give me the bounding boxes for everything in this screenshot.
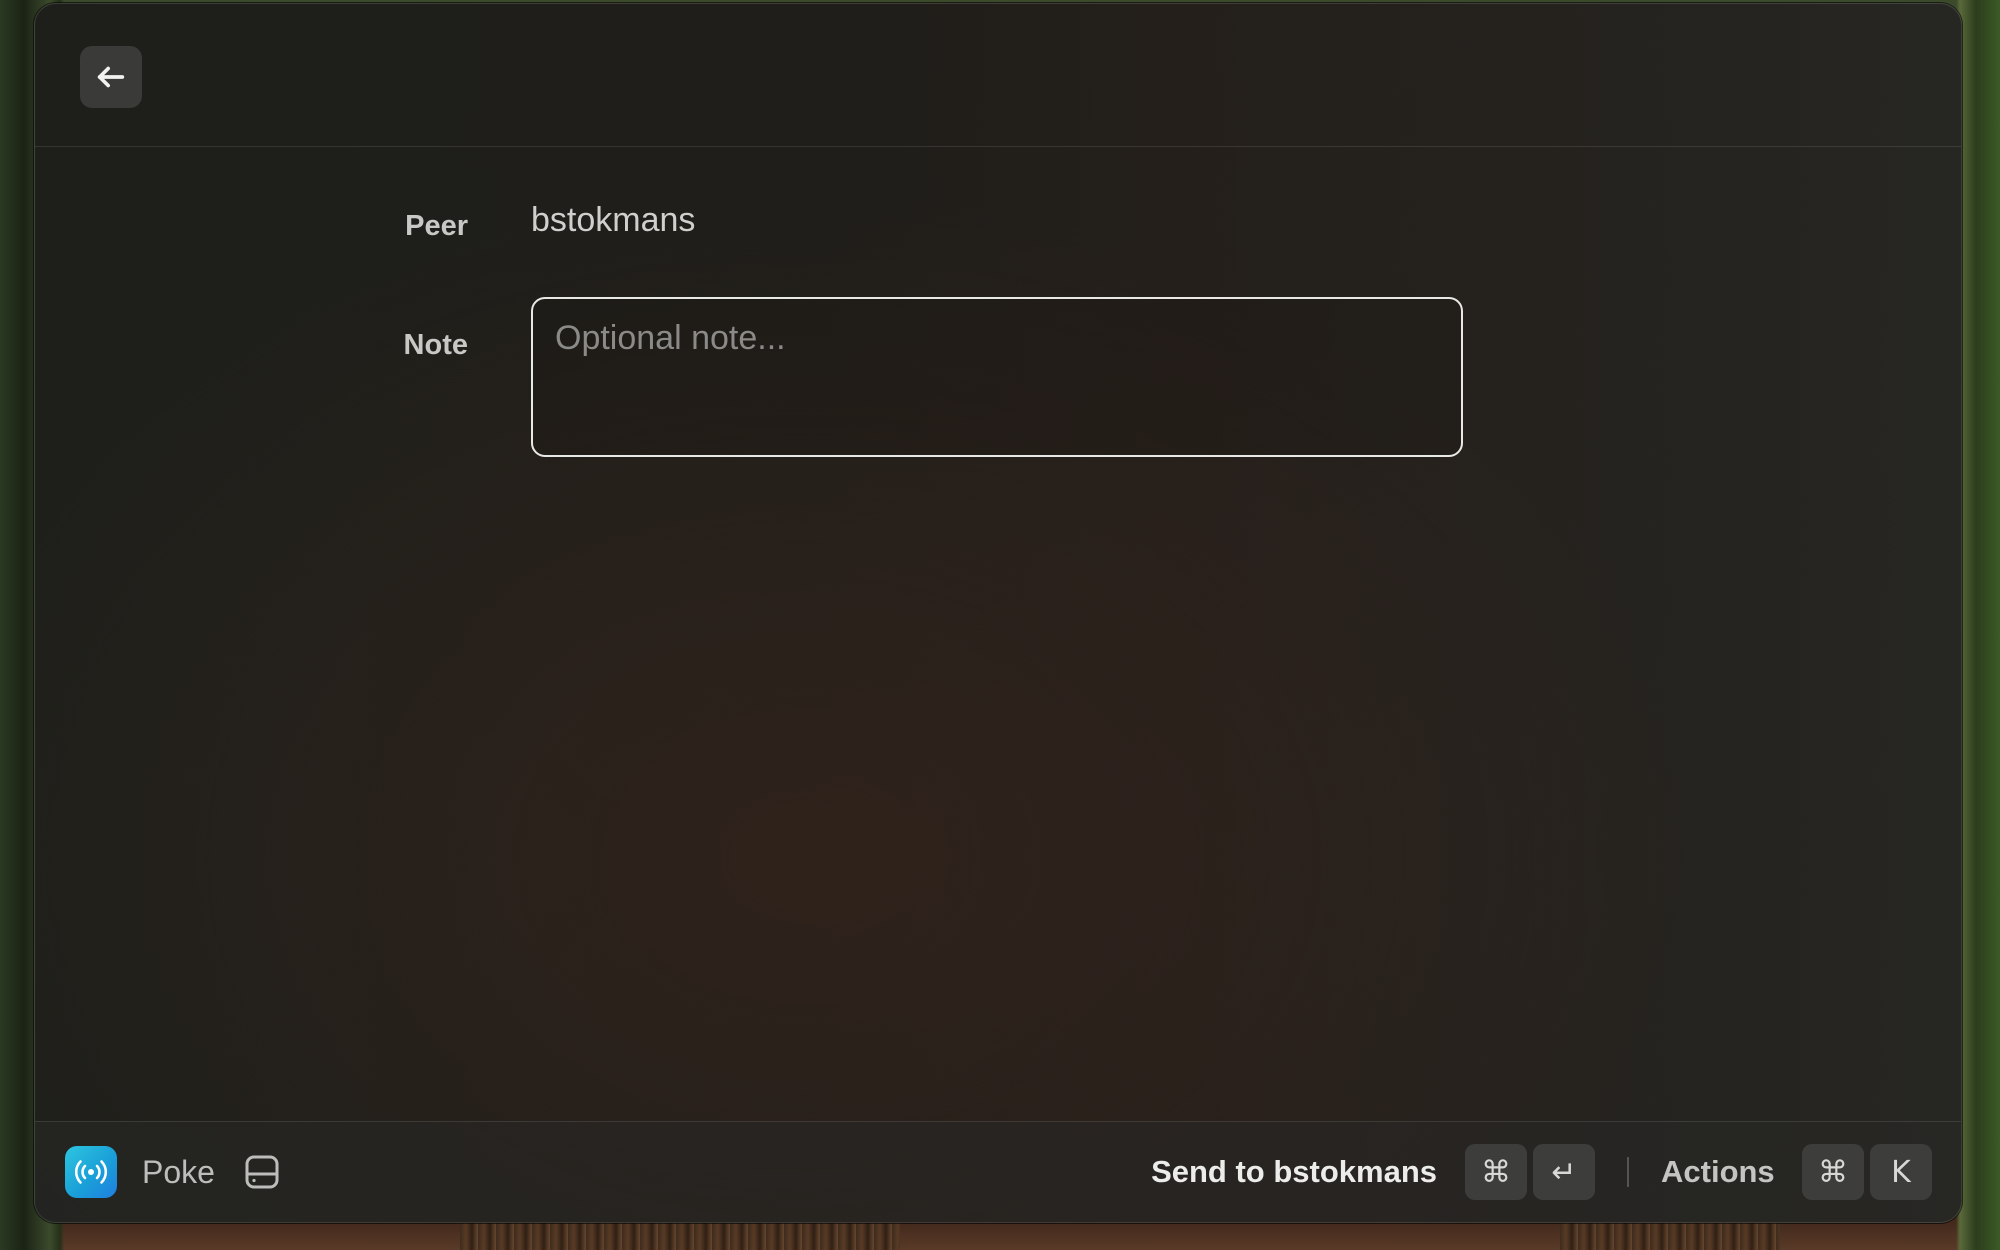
send-button[interactable]: Send to bstokmans bbox=[1151, 1154, 1437, 1190]
shortcut-k-key: K bbox=[1870, 1144, 1932, 1200]
back-button[interactable] bbox=[80, 46, 142, 108]
wallpaper-tree-trunk bbox=[460, 1222, 900, 1250]
actions-button[interactable]: Actions bbox=[1661, 1154, 1775, 1190]
peer-value: bstokmans bbox=[531, 201, 696, 239]
command-window: Peer bstokmans Note Poke Send to bstokma… bbox=[34, 3, 1962, 1223]
shortcut-cmd-key: ⌘ bbox=[1802, 1144, 1864, 1200]
app-icon bbox=[65, 1146, 117, 1198]
shortcut-cmd-key: ⌘ bbox=[1465, 1144, 1527, 1200]
shortcut-return-key: ↵ bbox=[1533, 1144, 1595, 1200]
window-header bbox=[35, 4, 1961, 147]
note-field[interactable] bbox=[531, 297, 1463, 457]
wallpaper-tree-trunk bbox=[1560, 1222, 1780, 1250]
app-name: Poke bbox=[142, 1154, 215, 1190]
note-label: Note bbox=[403, 329, 468, 361]
broadcast-icon bbox=[74, 1160, 108, 1184]
note-input[interactable] bbox=[533, 299, 1461, 455]
hard-drive-icon[interactable] bbox=[242, 1152, 282, 1192]
action-bar: Poke Send to bstokmans ⌘ ↵ Actions ⌘ K bbox=[35, 1121, 1961, 1222]
arrow-left-icon bbox=[97, 66, 125, 88]
footer-divider bbox=[1627, 1157, 1629, 1187]
peer-label: Peer bbox=[405, 210, 468, 242]
